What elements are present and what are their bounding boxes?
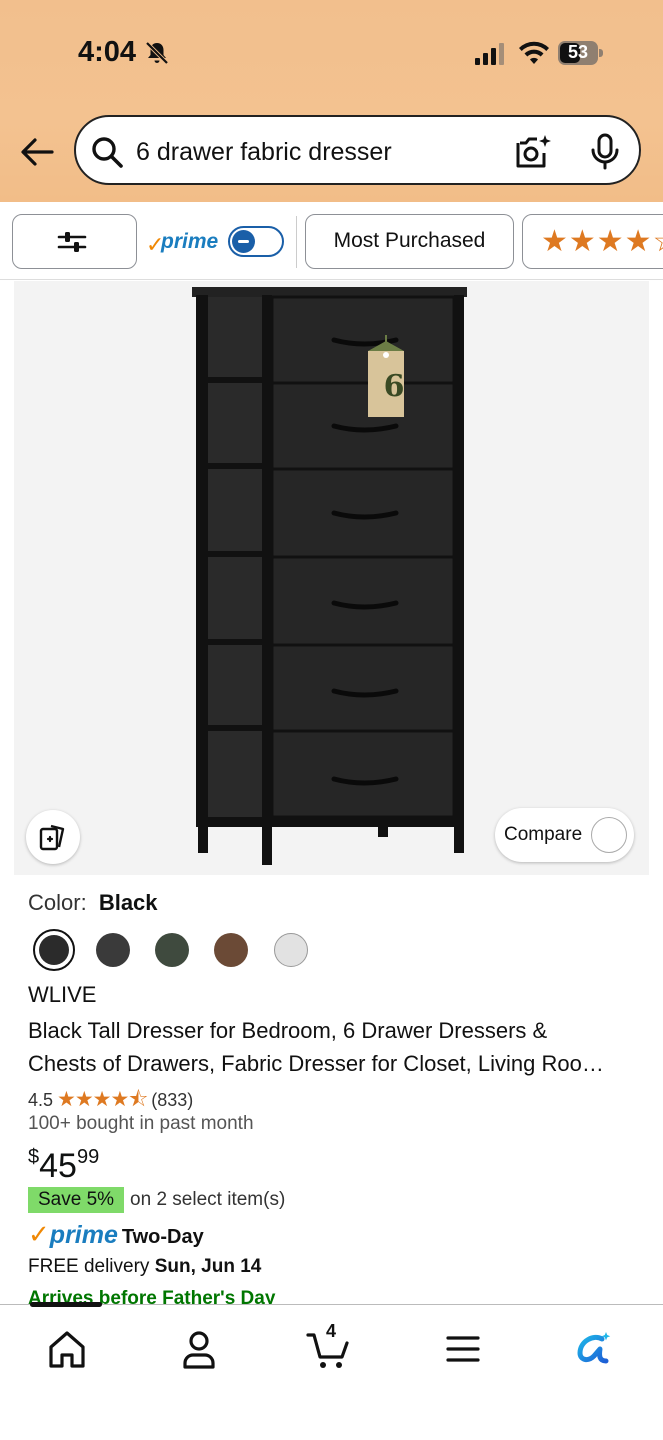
prime-switch[interactable] bbox=[228, 226, 284, 257]
delivery-info: FREE delivery Sun, Jun 14 bbox=[28, 1256, 261, 1278]
most-purchased-chip[interactable]: Most Purchased bbox=[305, 214, 514, 269]
color-swatch-black[interactable] bbox=[33, 929, 75, 971]
sliders-icon bbox=[57, 232, 87, 252]
price-currency: $ bbox=[28, 1146, 40, 1168]
product-title-line-1: Black Tall Dresser for Bedroom, 6 Drawer… bbox=[28, 1018, 548, 1043]
battery-level: 53 bbox=[567, 42, 589, 62]
product-image[interactable] bbox=[192, 285, 472, 875]
coupon-row: Save 5% on 2 select item(s) bbox=[28, 1187, 285, 1213]
prime-logo: prime bbox=[49, 1221, 118, 1249]
drawer-count-tag: 6 bbox=[383, 369, 405, 404]
back-arrow-icon[interactable] bbox=[18, 133, 56, 171]
rating-stars-icon: ★★★★⯪ bbox=[57, 1088, 148, 1111]
prime-filter-toggle[interactable]: ✓ prime bbox=[146, 214, 286, 269]
save-badge: Save 5% bbox=[28, 1187, 125, 1213]
compare-label: Compare bbox=[504, 824, 583, 845]
color-label: Color: bbox=[28, 890, 87, 915]
bought-past-month: 100+ bought in past month bbox=[28, 1113, 254, 1134]
app-header: 4:04 53 6 drawer fabric dresser bbox=[0, 0, 663, 202]
bottom-nav: 4 bbox=[0, 1302, 663, 1440]
product-image-area[interactable]: 6 Compare bbox=[14, 281, 649, 875]
status-bar: 4:04 53 bbox=[0, 0, 663, 100]
prime-speed: Two-Day bbox=[121, 1226, 204, 1248]
color-swatch-brown[interactable] bbox=[214, 933, 248, 967]
product-title[interactable]: Black Tall Dresser for Bedroom, 6 Drawer… bbox=[28, 1014, 638, 1080]
prime-label: prime bbox=[161, 230, 219, 253]
filter-divider bbox=[296, 216, 297, 268]
search-bar[interactable]: 6 drawer fabric dresser bbox=[74, 115, 641, 185]
battery-icon: 53 bbox=[558, 41, 604, 65]
color-swatch-light-grey[interactable] bbox=[274, 933, 308, 967]
compare-checkbox[interactable] bbox=[591, 817, 627, 853]
prime-badge: ✓prime Two-Day bbox=[28, 1219, 204, 1250]
home-icon[interactable] bbox=[44, 1327, 90, 1371]
color-swatch-dark-grey[interactable] bbox=[96, 933, 130, 967]
bell-slash-icon bbox=[145, 41, 169, 65]
view-in-room-button[interactable] bbox=[26, 810, 80, 864]
color-row: Color: Black bbox=[28, 890, 158, 916]
search-input[interactable]: 6 drawer fabric dresser bbox=[136, 138, 392, 167]
delivery-date: Sun, Jun 14 bbox=[154, 1256, 262, 1277]
filters-button[interactable] bbox=[12, 214, 137, 269]
product-card[interactable]: Color: Black WLIVE Black Tall Dresser fo… bbox=[14, 875, 649, 1309]
status-time: 4:04 bbox=[78, 36, 137, 68]
review-count: (833) bbox=[151, 1090, 194, 1110]
cards-icon bbox=[39, 824, 65, 851]
star-rating-chip[interactable]: ★★★★☆ bbox=[522, 214, 663, 269]
save-text: on 2 select item(s) bbox=[130, 1189, 286, 1210]
compare-button[interactable]: Compare bbox=[495, 808, 634, 862]
star-rating-label: ★★★★☆ bbox=[541, 225, 663, 258]
color-swatch-green[interactable] bbox=[155, 933, 189, 967]
filter-bar: ✓ prime Most Purchased ★★★★☆ bbox=[0, 202, 663, 280]
wifi-icon bbox=[519, 41, 549, 64]
price-fraction: 99 bbox=[76, 1146, 100, 1168]
prime-check-icon: ✓ bbox=[28, 1219, 50, 1249]
cart-button[interactable]: 4 bbox=[306, 1321, 352, 1371]
product-title-line-2: Chests of Drawers, Fabric Dresser for Cl… bbox=[28, 1051, 604, 1076]
delivery-prefix: FREE delivery bbox=[28, 1256, 150, 1277]
camera-icon[interactable] bbox=[514, 133, 554, 171]
rating-value: 4.5 bbox=[28, 1090, 54, 1110]
microphone-icon[interactable] bbox=[588, 133, 622, 171]
search-icon[interactable] bbox=[90, 135, 124, 169]
price: $4599 bbox=[28, 1146, 100, 1186]
rufus-icon[interactable] bbox=[572, 1327, 618, 1371]
brand-name: WLIVE bbox=[28, 982, 97, 1007]
cellular-signal-icon bbox=[475, 43, 504, 65]
color-value: Black bbox=[98, 890, 158, 915]
cart-count: 4 bbox=[326, 1321, 337, 1341]
price-whole: 45 bbox=[39, 1147, 77, 1185]
most-purchased-label: Most Purchased bbox=[333, 229, 486, 252]
active-tab-indicator bbox=[30, 1302, 102, 1307]
menu-icon[interactable] bbox=[440, 1327, 486, 1371]
account-icon[interactable] bbox=[176, 1327, 222, 1371]
